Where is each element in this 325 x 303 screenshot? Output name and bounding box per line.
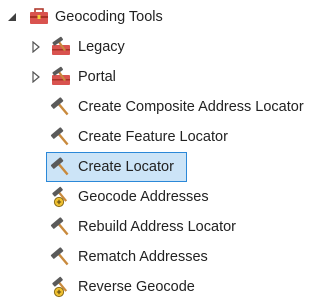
toolset-icon [52,66,70,85]
tree-root-geocoding-tools[interactable]: Geocoding Tools [0,2,325,32]
tree-item-label: Create Feature Locator [78,129,228,145]
tree-item-rebuild-address-locator[interactable]: Rebuild Address Locator [0,212,325,242]
collapsed-triangle-icon[interactable] [30,41,42,53]
tree-item-label: Create Locator [78,159,174,175]
tree-item-geocode-addresses[interactable]: Geocode Addresses [0,182,325,212]
toolset-icon [52,36,70,55]
hammer-icon [50,97,69,116]
tree-item-create-composite-address-locator[interactable]: Create Composite Address Locator [0,92,325,122]
tree-root-label: Geocoding Tools [55,9,163,25]
hammer-script-icon [52,186,68,208]
expanded-triangle-icon[interactable] [6,11,18,23]
hammer-icon [50,247,69,266]
tree-item-legacy[interactable]: Legacy [0,32,325,62]
tree-item-create-locator[interactable]: Create Locator [46,152,187,182]
tree-item-label: Rematch Addresses [78,249,208,265]
tree-item-rematch-addresses[interactable]: Rematch Addresses [0,242,325,272]
hammer-icon [50,127,69,146]
tree-item-label: Legacy [78,39,125,55]
toolbox-icon [30,8,48,24]
tree-item-reverse-geocode[interactable]: Reverse Geocode [0,272,325,302]
tree-item-portal[interactable]: Portal [0,62,325,92]
tree-item-label: Geocode Addresses [78,189,209,205]
tree-item-label: Reverse Geocode [78,279,195,295]
tree-item-label: Create Composite Address Locator [78,99,304,115]
collapsed-triangle-icon[interactable] [30,71,42,83]
tree-item-label: Rebuild Address Locator [78,219,236,235]
hammer-icon [50,157,69,176]
hammer-script-icon [52,276,68,298]
tree-item-label: Portal [78,69,116,85]
hammer-icon [50,217,69,236]
tree-item-create-feature-locator[interactable]: Create Feature Locator [0,122,325,152]
